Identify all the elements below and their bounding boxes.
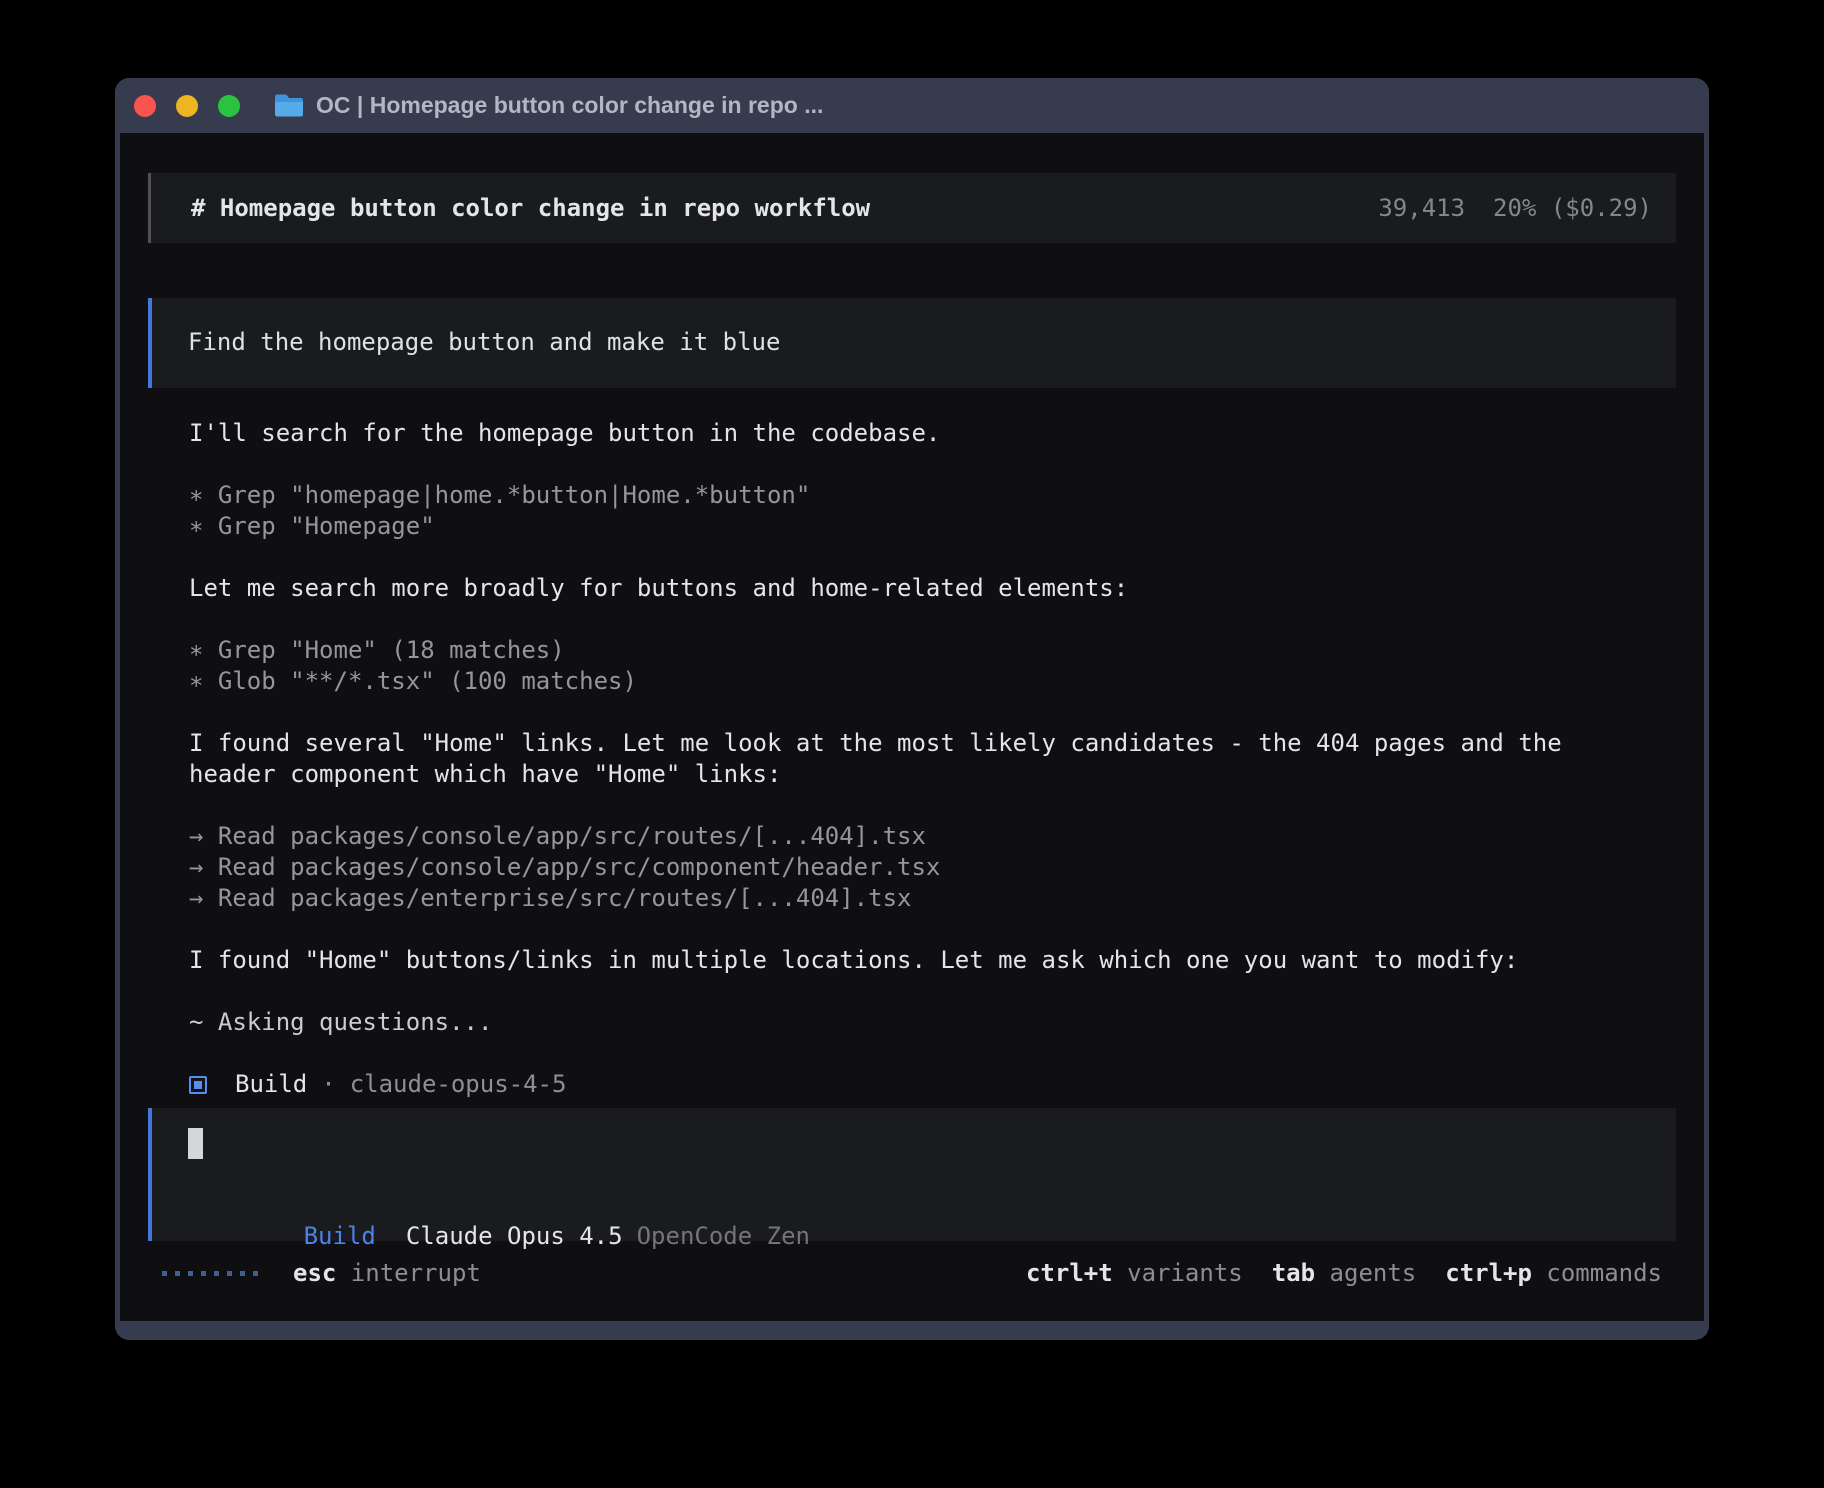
status-bar-left: esc interrupt (162, 1258, 481, 1289)
spinner-dot (201, 1271, 206, 1276)
spinner-dot (175, 1271, 180, 1276)
context-usage: 20% ($0.29) (1493, 193, 1652, 224)
agent-build-icon (189, 1076, 207, 1094)
assistant-text-line: Let me search more broadly for buttons a… (189, 573, 1676, 604)
shortcut-key: esc (293, 1259, 336, 1287)
shortcut-hint-interrupt: esc interrupt (293, 1258, 481, 1289)
prompt-input[interactable]: BuildClaude Opus 4.5OpenCode Zen (148, 1108, 1676, 1241)
agent-name: Build (235, 1069, 307, 1100)
agent-badge-row: Build · claude-opus-4-5 (189, 1069, 1676, 1100)
tool-call-line: ∗ Grep "Homepage" (189, 511, 1676, 542)
spinner-dots (162, 1271, 258, 1276)
shortcut-hint-agents: tab agents (1272, 1258, 1417, 1289)
separator-dot: · (321, 1069, 335, 1100)
file-read-line: → Read packages/enterprise/src/routes/[.… (189, 883, 1676, 914)
shortcut-label: interrupt (336, 1259, 481, 1287)
model-name: claude-opus-4-5 (350, 1069, 567, 1100)
shortcut-hint-commands: ctrl+p commands (1445, 1258, 1662, 1289)
terminal-content: # Homepage button color change in repo w… (120, 133, 1704, 1321)
minimize-button[interactable] (176, 95, 198, 117)
status-bar: esc interrupt ctrl+t variantstab agentsc… (148, 1258, 1676, 1289)
spinner-dot (240, 1271, 245, 1276)
spinner-dot (253, 1271, 258, 1276)
status-line: ~ Asking questions... (189, 1007, 1676, 1038)
spinner-dot (214, 1271, 219, 1276)
maximize-button[interactable] (218, 95, 240, 117)
tool-call-line: ∗ Grep "homepage|home.*button|Home.*butt… (189, 480, 1676, 511)
agent-mode-label: Build (304, 1222, 376, 1250)
session-header: # Homepage button color change in repo w… (148, 173, 1676, 243)
assistant-text-line: I found several "Home" links. Let me loo… (189, 728, 1676, 759)
session-title: # Homepage button color change in repo w… (191, 193, 870, 224)
tool-call-line: ∗ Grep "Home" (18 matches) (189, 635, 1676, 666)
terminal-window: OC | Homepage button color change in rep… (115, 78, 1709, 1340)
status-bar-right: ctrl+t variants tab agents ctrl+p commands (1026, 1258, 1662, 1289)
input-line[interactable] (188, 1128, 1636, 1159)
text-cursor (188, 1128, 203, 1159)
shortcut-key: ctrl+p (1445, 1259, 1532, 1287)
conversation: I'll search for the homepage button in t… (189, 418, 1676, 1100)
shortcut-label: agents (1315, 1259, 1416, 1287)
tool-call-line: ∗ Glob "**/*.tsx" (100 matches) (189, 666, 1676, 697)
file-read-line: → Read packages/console/app/src/componen… (189, 852, 1676, 883)
shortcut-label: variants (1113, 1259, 1243, 1287)
window-titlebar: OC | Homepage button color change in rep… (115, 78, 1709, 133)
window-title: OC | Homepage button color change in rep… (316, 92, 823, 119)
spinner-dot (188, 1271, 193, 1276)
shortcut-label: commands (1532, 1259, 1662, 1287)
file-read-line: → Read packages/console/app/src/routes/[… (189, 821, 1676, 852)
interrupt-hint-group: esc interrupt (293, 1258, 481, 1289)
user-message: Find the homepage button and make it blu… (148, 298, 1676, 388)
shortcut-key: ctrl+t (1026, 1259, 1113, 1287)
close-button[interactable] (134, 95, 156, 117)
spinner-dot (162, 1271, 167, 1276)
assistant-text-line: I'll search for the homepage button in t… (189, 418, 1676, 449)
window-bottom-edge (115, 1321, 1709, 1340)
shortcut-key: tab (1272, 1259, 1315, 1287)
assistant-text-line: I found "Home" buttons/links in multiple… (189, 945, 1676, 976)
traffic-lights (134, 95, 240, 117)
shortcut-hint-variants: ctrl+t variants (1026, 1258, 1243, 1289)
folder-icon (274, 93, 304, 118)
input-provider-name: OpenCode Zen (637, 1222, 810, 1250)
spinner-dot (227, 1271, 232, 1276)
token-count: 39,413 (1378, 193, 1465, 224)
model-info-line: BuildClaude Opus 4.5OpenCode Zen (188, 1190, 1636, 1221)
assistant-text-line: header component which have "Home" links… (189, 759, 1676, 790)
input-model-name: Claude Opus 4.5 (406, 1222, 623, 1250)
session-stats: 39,413 20% ($0.29) (1378, 193, 1652, 224)
